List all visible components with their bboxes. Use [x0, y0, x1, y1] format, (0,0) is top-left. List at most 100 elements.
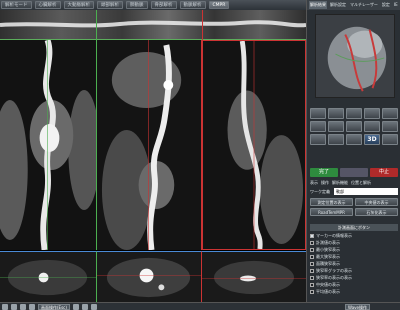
- status-icon-5[interactable]: [72, 303, 79, 310]
- status-icon-7[interactable]: [90, 303, 97, 310]
- heart-3d-view[interactable]: [315, 14, 395, 98]
- heart-3d-image: [327, 26, 387, 92]
- menu-operation[interactable]: 操作: [321, 180, 329, 186]
- option-item[interactable]: 狭窄率グラフの表示: [310, 267, 398, 274]
- cmpr-image-left: [0, 40, 96, 250]
- checkbox[interactable]: [310, 275, 314, 280]
- menu-analysis[interactable]: 解析機能: [332, 180, 348, 186]
- panel-tab-results[interactable]: 解析結果: [309, 1, 327, 9]
- cmpr-image-center: [97, 40, 201, 250]
- checkbox[interactable]: [310, 282, 314, 287]
- status-icon-1[interactable]: [2, 303, 8, 310]
- option-label: 面積狭窄表示: [316, 260, 340, 266]
- option-label: マーカーの情報表示: [316, 232, 352, 238]
- tool-button-12[interactable]: [328, 134, 344, 145]
- panel-menu: 表示 操作 解析機能 位置と解析: [310, 180, 398, 186]
- checkbox[interactable]: [310, 247, 314, 252]
- status-icon-2[interactable]: [11, 303, 17, 310]
- checkbox[interactable]: [310, 240, 314, 245]
- tool-button-6[interactable]: [310, 121, 326, 132]
- tab-bone[interactable]: 骨部解析: [150, 1, 177, 9]
- complete-button[interactable]: 完了: [310, 168, 338, 177]
- panel-tabs: 解析結果 解析設定 マルチレーザー 設定 IE ml: [307, 0, 400, 10]
- vessel-strip-image: [0, 10, 307, 40]
- image-viewer[interactable]: [0, 10, 307, 302]
- option-label: 狭窄率グラフの表示: [316, 267, 352, 273]
- tool-button-5[interactable]: [382, 108, 398, 119]
- cmpr-view-right[interactable]: [202, 40, 306, 250]
- stretched-vessel-strip[interactable]: [0, 10, 307, 40]
- 3d-view-button[interactable]: 3D: [364, 134, 380, 145]
- option-item[interactable]: 面積狭窄表示: [310, 260, 398, 267]
- panel-tab-multi[interactable]: マルチレーザー: [349, 1, 379, 9]
- option-label: 計測値の表示: [316, 239, 340, 245]
- option-item[interactable]: 計測値の表示: [310, 239, 398, 246]
- tab-pulmonary[interactable]: 肺動脈: [126, 1, 148, 9]
- option-item[interactable]: 最小狭窄表示: [310, 246, 398, 253]
- tool-button-4[interactable]: [364, 108, 380, 119]
- cmpr-image-right: [203, 41, 305, 249]
- tab-aorta[interactable]: 大動脈解析: [63, 1, 94, 9]
- wave-operation-button[interactable]: Wave操作: [345, 303, 370, 310]
- checkbox[interactable]: [310, 268, 314, 273]
- cross-section-view-2[interactable]: [97, 251, 202, 302]
- road-mpr-button[interactable]: RoadTemMPR: [310, 208, 353, 216]
- option-item[interactable]: 平均値の表示: [310, 288, 398, 295]
- checkbox[interactable]: [310, 261, 314, 266]
- tool-button-13[interactable]: [346, 134, 362, 145]
- cross-section-view-3[interactable]: [202, 251, 306, 302]
- menu-display[interactable]: 表示: [310, 180, 318, 186]
- window-preset-select[interactable]: 軟部: [334, 188, 398, 195]
- option-label: 最小狭窄表示: [316, 246, 340, 252]
- tool-grid: 3D: [310, 108, 398, 145]
- cross-section-image-1: [0, 252, 96, 302]
- panel-tab-ie[interactable]: IE: [393, 1, 399, 9]
- action-row: 完了 中止: [310, 168, 398, 177]
- cross-section-image-2: [97, 252, 201, 302]
- option-label: 平均値の表示: [316, 288, 340, 294]
- tool-button-7[interactable]: [328, 121, 344, 132]
- tool-button-2[interactable]: [328, 108, 344, 119]
- tool-button-3[interactable]: [346, 108, 362, 119]
- panel-tab-settings[interactable]: 解析設定: [329, 1, 347, 9]
- tab-artery[interactable]: 動脈解析: [179, 1, 206, 9]
- tool-button-1[interactable]: [310, 108, 326, 119]
- options-header: 計測画面にボタン: [310, 224, 398, 231]
- tool-button-10[interactable]: [382, 121, 398, 132]
- status-icon-3[interactable]: [20, 303, 26, 310]
- cross-section-view-1[interactable]: [0, 251, 97, 302]
- tab-analysis-mode[interactable]: 解析モード: [1, 1, 32, 9]
- option-label: 最大狭窄表示: [316, 253, 340, 259]
- tool-button-15[interactable]: [382, 134, 398, 145]
- show-median-button[interactable]: 中央値の表示: [355, 198, 398, 206]
- tab-cardiac[interactable]: 心臓解析: [34, 1, 61, 9]
- checkbox[interactable]: [310, 289, 314, 294]
- window-preset-label: ワーク定義: [310, 188, 330, 194]
- option-item[interactable]: 最大狭窄表示: [310, 253, 398, 260]
- tab-cmpr[interactable]: CMPR: [208, 1, 230, 9]
- tool-button-9[interactable]: [364, 121, 380, 132]
- tab-head[interactable]: 頭部解析: [97, 1, 123, 9]
- middle-button[interactable]: [340, 168, 368, 177]
- cancel-button[interactable]: 中止: [370, 168, 398, 177]
- tool-button-11[interactable]: [310, 134, 326, 145]
- calcification-button[interactable]: 石灰化表示: [355, 208, 398, 216]
- cmpr-view-center[interactable]: [97, 40, 202, 250]
- checkbox[interactable]: [310, 254, 314, 259]
- option-label: 狭窄率の表示の表示: [316, 274, 352, 280]
- tool-button-8[interactable]: [346, 121, 362, 132]
- menu-position[interactable]: 位置と解析: [351, 180, 371, 186]
- option-item[interactable]: 中央値の表示: [310, 281, 398, 288]
- status-icon-6[interactable]: [81, 303, 88, 310]
- show-measure-button[interactable]: 測定位置の表示: [310, 198, 353, 206]
- options-list: マーカーの情報表示 計測値の表示 最小狭窄表示 最大狭窄表示 面積狭窄表示 狭窄…: [310, 232, 398, 295]
- control-panel: 解析結果 解析設定 マルチレーザー 設定 IE ml 3D 完了: [306, 0, 400, 302]
- status-icon-4[interactable]: [29, 303, 35, 310]
- screen-operation-button[interactable]: 画面操作(Esc): [38, 303, 70, 310]
- cross-section-image-3: [202, 252, 306, 302]
- cmpr-view-left[interactable]: [0, 40, 97, 250]
- option-item[interactable]: 狭窄率の表示の表示: [310, 274, 398, 281]
- panel-tab-config[interactable]: 設定: [381, 1, 391, 9]
- option-item[interactable]: マーカーの情報表示: [310, 232, 398, 239]
- checkbox[interactable]: [310, 233, 314, 238]
